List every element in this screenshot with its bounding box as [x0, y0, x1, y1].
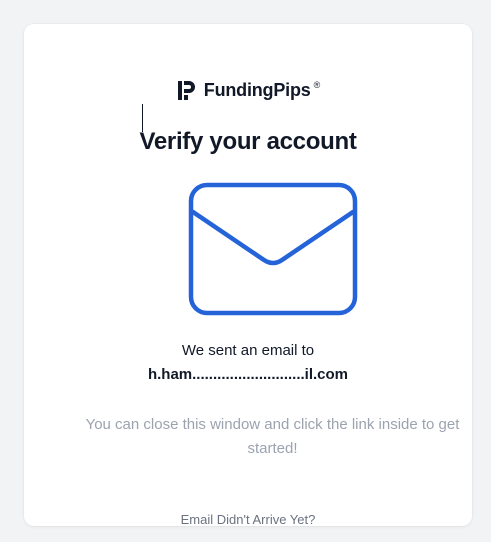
envelope-icon — [188, 182, 358, 316]
instructions-text: You can close this window and click the … — [85, 416, 460, 457]
recipient-email: h.ham...........................il.com — [147, 366, 349, 383]
resend-email-link[interactable]: Email Didn't Arrive Yet? — [24, 512, 472, 527]
brand-name: FundingPips — [203, 79, 311, 100]
brand-logo: FundingPips ® — [24, 78, 472, 102]
page-title: Verify your account — [139, 128, 357, 155]
fundingpips-logo-icon — [177, 81, 195, 100]
email-sent-message: We sent an email to — [181, 342, 315, 359]
registered-mark: ® — [313, 80, 321, 90]
text-cursor — [142, 104, 143, 132]
verify-card: FundingPips ® Verify your account We sen… — [24, 24, 472, 527]
